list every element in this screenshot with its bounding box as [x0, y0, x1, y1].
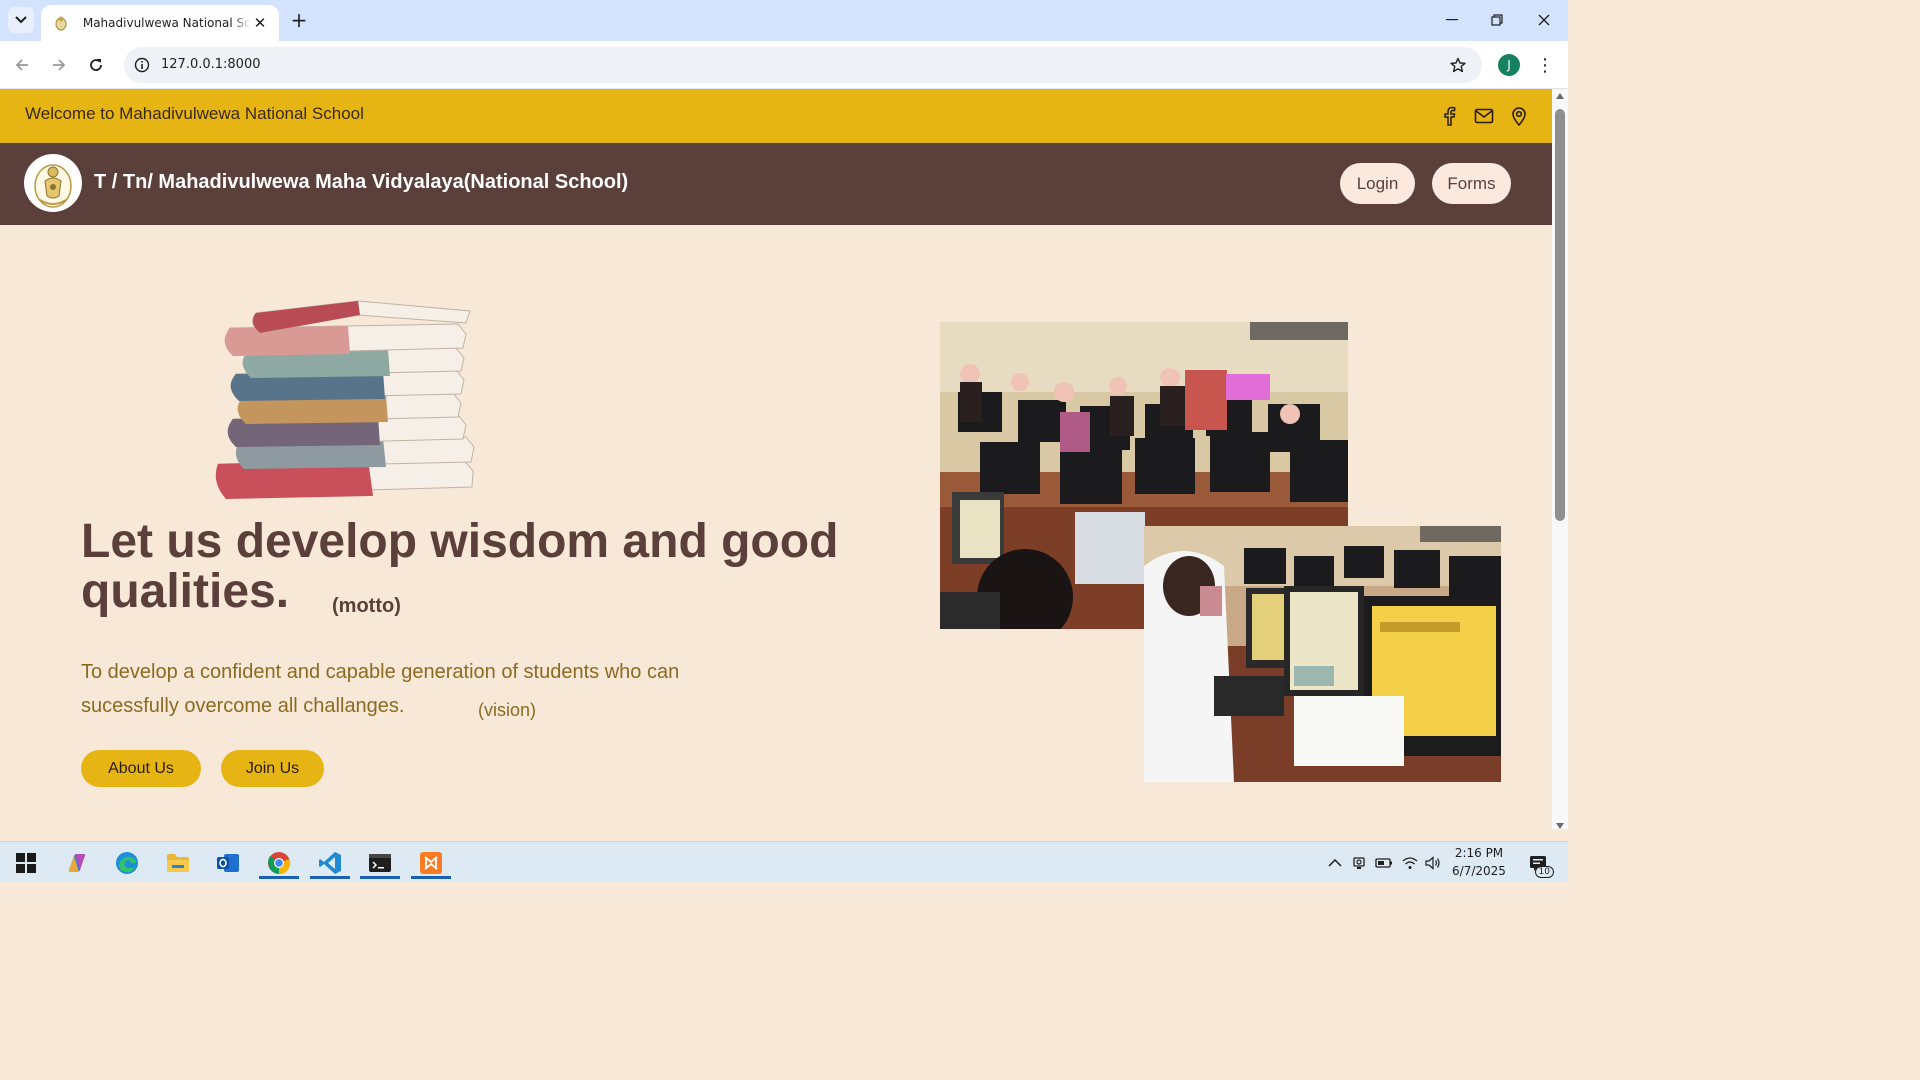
bookmark-star-icon[interactable] — [1448, 55, 1468, 75]
windows-taskbar: 2:16 PM 6/7/2025 10 — [0, 841, 1568, 882]
xampp-active-indicator — [411, 876, 451, 879]
scroll-thumb[interactable] — [1555, 109, 1565, 521]
join-us-button[interactable]: Join Us — [221, 750, 324, 787]
notification-center-icon[interactable]: 10 — [1522, 850, 1554, 878]
site-info-icon[interactable] — [133, 56, 151, 74]
restore-window-icon[interactable] — [1482, 8, 1512, 32]
wifi-icon[interactable] — [1401, 854, 1419, 872]
notification-count-badge: 10 — [1534, 866, 1554, 878]
facebook-icon[interactable] — [1438, 105, 1460, 127]
vision-tag: (vision) — [478, 700, 537, 720]
address-url[interactable]: 127.0.0.1:8000 — [161, 57, 261, 72]
main-navbar: T / Tn/ Mahadivulwewa Maha Vidyalaya(Nat… — [0, 143, 1552, 225]
welcome-message: Welcome to Mahadivulwewa National School — [25, 104, 364, 123]
vscode-icon[interactable] — [310, 847, 350, 879]
scroll-up-arrow-icon[interactable] — [1556, 93, 1564, 99]
windows-start-icon[interactable] — [10, 847, 42, 879]
school-vision: To develop a confident and capable gener… — [81, 661, 680, 717]
new-tab-plus-icon[interactable]: + — [287, 8, 311, 32]
outlook-icon[interactable] — [212, 847, 244, 879]
forms-button[interactable]: Forms — [1432, 163, 1511, 204]
copilot-icon[interactable] — [61, 847, 93, 879]
chrome-icon[interactable] — [259, 847, 299, 879]
chrome-active-indicator — [259, 876, 299, 879]
school-logo[interactable] — [24, 154, 82, 212]
browser-tab-active[interactable]: Mahadivulwewa National School ✕ — [41, 5, 279, 41]
motto-tag: (motto) — [332, 595, 401, 617]
back-arrow-icon[interactable] — [8, 51, 36, 79]
page-scrollbar[interactable] — [1552, 89, 1568, 829]
volume-icon[interactable] — [1424, 854, 1442, 872]
location-pin-icon[interactable] — [1508, 105, 1530, 127]
scroll-down-arrow-icon[interactable] — [1556, 823, 1564, 829]
vscode-active-indicator — [310, 876, 350, 879]
xampp-icon[interactable] — [411, 847, 451, 879]
login-button[interactable]: Login — [1340, 163, 1415, 204]
edge-icon[interactable] — [111, 847, 143, 879]
close-window-icon[interactable] — [1529, 8, 1559, 32]
terminal-icon[interactable] — [360, 847, 400, 879]
profile-avatar[interactable]: J — [1498, 54, 1520, 76]
clock-date: 6/7/2025 — [1452, 864, 1506, 878]
page-viewport: Welcome to Mahadivulwewa National School… — [0, 89, 1552, 829]
system-clock[interactable]: 2:16 PM 6/7/2025 — [1448, 844, 1510, 880]
minimize-window-icon[interactable] — [1437, 8, 1467, 32]
school-motto: Let us develop wisdom and good qualities… — [81, 515, 839, 618]
tab-title: Mahadivulwewa National School — [82, 16, 251, 30]
clock-time: 2:16 PM — [1454, 846, 1504, 860]
address-bar[interactable]: 127.0.0.1:8000 — [124, 47, 1482, 83]
file-explorer-icon[interactable] — [162, 847, 194, 879]
school-name-title: T / Tn/ Mahadivulwewa Maha Vidyalaya(Nat… — [94, 171, 629, 193]
school-crest-icon — [34, 164, 72, 208]
terminal-active-indicator — [360, 876, 400, 879]
mail-icon[interactable] — [1473, 105, 1495, 127]
reload-icon[interactable] — [82, 51, 110, 79]
book-stack-illustration — [215, 300, 475, 499]
forward-arrow-icon[interactable] — [45, 51, 73, 79]
computer-lab-photo-2 — [1144, 526, 1501, 782]
browser-toolbar: 127.0.0.1:8000 J ⋮ — [0, 41, 1568, 89]
browser-menu-icon[interactable]: ⋮ — [1534, 53, 1556, 77]
about-us-button[interactable]: About Us — [81, 750, 201, 787]
tab-search-chevron-icon[interactable] — [8, 7, 34, 33]
battery-icon[interactable] — [1375, 854, 1393, 872]
close-tab-icon[interactable]: ✕ — [251, 14, 269, 32]
top-info-bar: Welcome to Mahadivulwewa National School — [0, 89, 1552, 143]
browser-tab-bar: Mahadivulwewa National School ✕ + — [0, 0, 1568, 41]
school-favicon-icon — [53, 15, 69, 31]
camera-tray-icon[interactable] — [1351, 854, 1369, 872]
tray-overflow-chevron-icon[interactable] — [1326, 854, 1344, 872]
